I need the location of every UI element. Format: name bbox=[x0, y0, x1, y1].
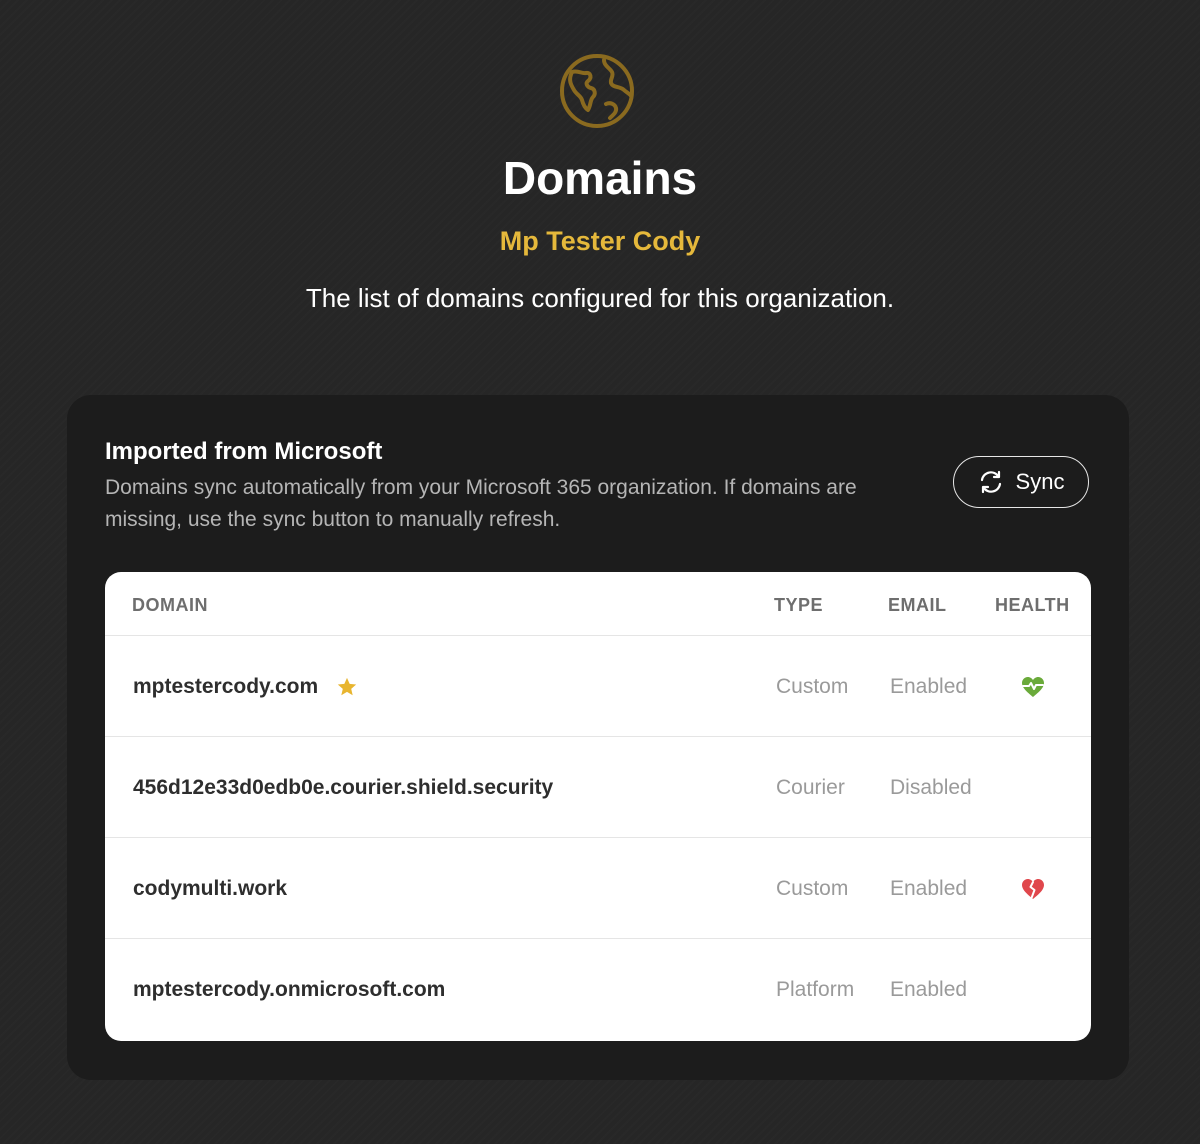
panel-description: Domains sync automatically from your Mic… bbox=[105, 476, 857, 531]
type-cell: Custom bbox=[776, 675, 849, 698]
domain-name: mptestercody.onmicrosoft.com bbox=[133, 978, 446, 1001]
table-row[interactable]: 456d12e33d0edb0e.courier.shield.security… bbox=[105, 737, 1091, 838]
table-header: DOMAIN TYPE EMAIL HEALTH bbox=[105, 572, 1091, 636]
page-title: Domains bbox=[502, 152, 698, 204]
email-cell: Enabled bbox=[890, 877, 968, 900]
column-header-email: EMAIL bbox=[888, 595, 947, 615]
domain-cell: 456d12e33d0edb0e.courier.shield.security bbox=[133, 775, 553, 801]
organization-name: Mp Tester Cody bbox=[499, 226, 701, 256]
domain-name: mptestercody.com bbox=[133, 675, 319, 698]
email-cell: Enabled bbox=[890, 978, 968, 1001]
column-header-health: HEALTH bbox=[995, 595, 1070, 615]
sync-button[interactable]: Sync bbox=[953, 456, 1089, 508]
domains-table: DOMAIN TYPE EMAIL HEALTH mptestercody.co… bbox=[105, 572, 1091, 1041]
refresh-icon bbox=[980, 470, 1001, 494]
microsoft-domains-panel: Imported from Microsoft Domains sync aut… bbox=[67, 395, 1129, 1080]
domain-cell: codymulti.work bbox=[133, 876, 287, 902]
globe-icon bbox=[560, 54, 634, 128]
table-row[interactable]: mptestercody.com Custom Enabled bbox=[105, 636, 1091, 737]
email-cell: Enabled bbox=[890, 675, 968, 698]
heart-pulse-icon bbox=[1022, 677, 1044, 697]
type-cell: Custom bbox=[776, 877, 849, 900]
type-cell: Courier bbox=[776, 776, 845, 799]
sync-button-label: Sync bbox=[1015, 469, 1065, 494]
domain-name: 456d12e33d0edb0e.courier.shield.security bbox=[133, 776, 554, 799]
email-cell: Disabled bbox=[890, 776, 972, 799]
domain-cell: mptestercody.onmicrosoft.com bbox=[133, 977, 445, 1003]
domain-name: codymulti.work bbox=[133, 877, 288, 900]
column-header-domain: DOMAIN bbox=[132, 595, 208, 615]
table-row[interactable]: mptestercody.onmicrosoft.com Platform En… bbox=[105, 939, 1091, 1040]
type-cell: Platform bbox=[776, 978, 855, 1001]
broken-heart-icon bbox=[1022, 879, 1044, 899]
panel-title: Imported from Microsoft bbox=[105, 438, 383, 465]
domain-cell: mptestercody.com bbox=[133, 674, 358, 700]
table-row[interactable]: codymulti.work Custom Enabled bbox=[105, 838, 1091, 939]
star-icon bbox=[338, 677, 357, 696]
column-header-type: TYPE bbox=[774, 595, 824, 615]
page-description: The list of domains configured for this … bbox=[305, 283, 895, 313]
